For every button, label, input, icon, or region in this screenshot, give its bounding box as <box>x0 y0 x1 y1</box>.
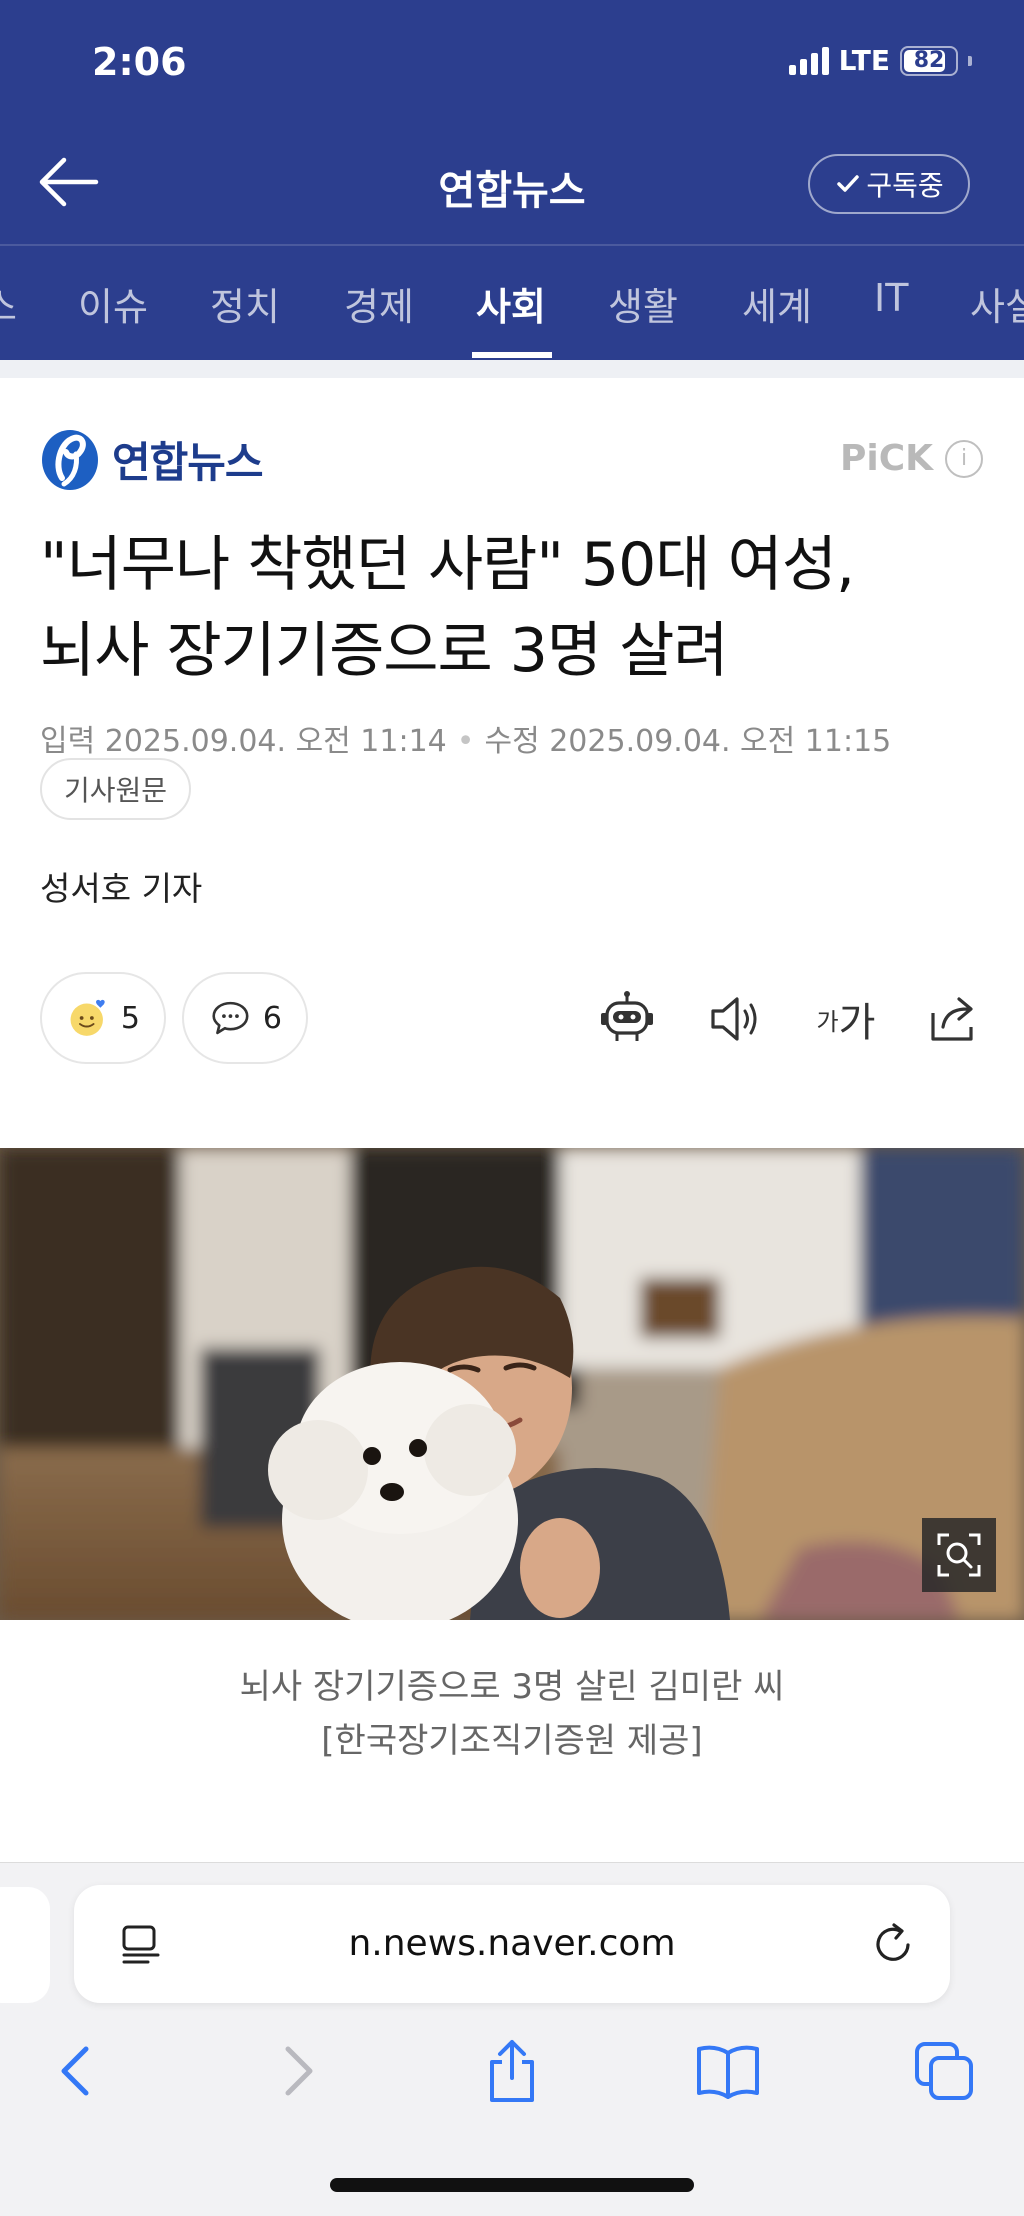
section-separator <box>0 360 1024 378</box>
bookmarks-button[interactable] <box>692 2035 764 2107</box>
tab-issue[interactable]: 이슈 <box>78 276 148 331</box>
font-size-button[interactable]: 가가 <box>806 984 886 1054</box>
headline-line-1: "너무나 착했던 사람" 50대 여성, <box>40 530 855 600</box>
photo-caption: 뇌사 장기기증으로 3명 살린 김미란 씨 [한국장기조직기증원 제공] <box>0 1660 1024 1768</box>
tab-politics[interactable]: 정치 <box>210 276 280 331</box>
press-logo[interactable]: 연합뉴스 <box>40 426 264 492</box>
share-page-button[interactable] <box>476 2035 548 2107</box>
input-date: 입력 2025.09.04. 오전 11:14 <box>40 724 447 759</box>
url-text[interactable]: n.news.naver.com <box>74 1923 950 1964</box>
article-dates: 입력 2025.09.04. 오전 11:14 • 수정 2025.09.04. 오… <box>40 716 891 760</box>
home-indicator <box>330 2178 694 2192</box>
app-header: 2:06 LTE 82 연합뉴스 구독중 스 이슈 정치 경제 사회 생활 세계… <box>0 0 1024 360</box>
font-size-small-label: 가 <box>816 1007 839 1036</box>
headline-line-2: 뇌사 장기기증으로 3명 살려 <box>40 616 729 686</box>
article-headline: "너무나 착했던 사람" 50대 여성, 뇌사 장기기증으로 3명 살려 <box>40 522 1000 694</box>
tab-life[interactable]: 생활 <box>608 276 678 331</box>
reaction-button[interactable]: 5 <box>40 972 166 1064</box>
battery-tip <box>968 55 972 66</box>
status-indicators: LTE 82 <box>788 44 972 77</box>
reaction-count: 5 <box>120 1000 140 1036</box>
info-icon[interactable]: i <box>945 439 984 478</box>
check-icon <box>837 175 860 192</box>
browser-toolbar: n.news.naver.com <box>0 1862 1024 2216</box>
date-separator: • <box>456 724 475 759</box>
caption-line-2: [한국장기조직기증원 제공] <box>321 1721 703 1761</box>
battery-level: 82 <box>913 48 945 73</box>
tab-economy[interactable]: 경제 <box>344 276 414 331</box>
tab-it[interactable]: IT <box>874 276 908 320</box>
status-time: 2:06 <box>92 40 187 84</box>
book-icon <box>697 2045 759 2099</box>
tabs-icon <box>915 2042 973 2100</box>
yonhap-logo-icon <box>42 430 98 490</box>
robot-icon <box>601 991 653 1041</box>
image-search-icon <box>937 1533 981 1577</box>
chevron-right-icon <box>285 2046 313 2096</box>
tab-editorial[interactable]: 사설 <box>970 276 1024 331</box>
image-zoom-button[interactable] <box>922 1518 996 1592</box>
reporter-name[interactable]: 성서호 기자 <box>40 862 202 910</box>
ai-summary-button[interactable] <box>592 984 662 1054</box>
share-up-icon <box>490 2040 534 2102</box>
share-button[interactable] <box>918 984 988 1054</box>
back-button[interactable] <box>40 2035 112 2107</box>
press-name: 연합뉴스 <box>112 437 264 487</box>
subscribe-label: 구독중 <box>866 169 944 202</box>
network-type: LTE <box>838 44 890 77</box>
speaker-icon <box>711 997 757 1041</box>
pick-label: PiCK <box>840 438 934 479</box>
active-tab-indicator <box>472 352 552 358</box>
chevron-left-icon <box>61 2046 89 2096</box>
share-icon <box>931 997 973 1041</box>
cellular-signal-icon <box>788 46 829 75</box>
article-photo[interactable] <box>0 1148 1024 1620</box>
section-tabs: 스 이슈 정치 경제 사회 생활 세계 IT 사설 <box>0 246 1024 358</box>
tab-partial-left[interactable]: 스 <box>0 276 17 331</box>
photo-image <box>0 1148 1024 1620</box>
comment-button[interactable]: 6 <box>182 972 308 1064</box>
text-to-speech-button[interactable] <box>700 984 770 1054</box>
tabs-button[interactable] <box>908 2035 980 2107</box>
caption-line-1: 뇌사 장기기증으로 3명 살린 김미란 씨 <box>239 1667 785 1707</box>
smile-heart-icon <box>70 999 105 1036</box>
original-article-button[interactable]: 기사원문 <box>40 758 192 820</box>
previous-tab-preview[interactable] <box>0 1887 50 2003</box>
tab-society[interactable]: 사회 <box>476 276 546 331</box>
comment-count: 6 <box>262 1000 282 1036</box>
forward-button[interactable] <box>262 2035 334 2107</box>
reload-icon[interactable] <box>870 1921 916 1967</box>
pick-badge[interactable]: PiCK i <box>840 438 984 479</box>
battery-icon: 82 <box>900 45 958 76</box>
tab-world[interactable]: 세계 <box>742 276 812 331</box>
comment-bubble-icon <box>212 1001 249 1035</box>
modified-date: 수정 2025.09.04. 오전 11:15 <box>484 724 892 759</box>
address-bar[interactable]: n.news.naver.com <box>74 1885 950 2003</box>
subscribe-button[interactable]: 구독중 <box>808 154 970 214</box>
font-size-large-label: 가 <box>838 1000 876 1046</box>
